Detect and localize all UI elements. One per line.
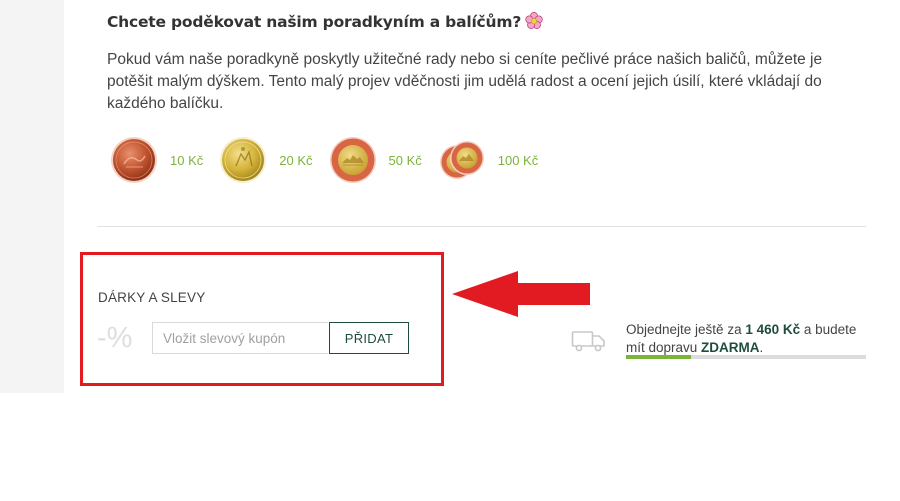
tip-amount-label: 100 Kč: [497, 152, 539, 168]
left-side-panel: [0, 0, 64, 393]
tip-section-title: Chcete poděkovat našim poradkyním a balí…: [107, 12, 543, 31]
coin-50-icon: [329, 137, 376, 183]
coin-20-icon: [220, 137, 267, 183]
tip-option-10[interactable]: 10 Kč: [110, 136, 203, 184]
discount-percent-icon: -%: [97, 322, 133, 354]
tip-option-20[interactable]: 20 Kč: [219, 136, 313, 184]
coupon-code-input[interactable]: [152, 322, 328, 354]
tip-amount-label: 20 Kč: [279, 152, 313, 168]
section-divider: [97, 226, 866, 227]
tip-section-description: Pokud vám naše poradkyně poskytly užiteč…: [107, 51, 823, 112]
free-shipping-label: ZDARMA: [701, 340, 760, 355]
shipping-text-suffix: .: [759, 340, 764, 355]
add-coupon-button[interactable]: PŘIDAT: [329, 322, 409, 354]
discount-highlight-box: [80, 252, 444, 386]
tip-amount-label: 50 Kč: [388, 152, 422, 168]
flower-icon: [525, 12, 543, 29]
red-arrow-icon: [452, 271, 590, 317]
tip-amount-label: 10 Kč: [170, 152, 204, 168]
free-shipping-progress-bar: [626, 355, 866, 359]
tip-option-100[interactable]: 100 Kč: [438, 136, 538, 184]
tip-title-text: Chcete poděkovat našim poradkyním a balí…: [107, 13, 522, 31]
tip-option-50[interactable]: 50 Kč: [329, 136, 422, 184]
delivery-truck-icon: [571, 331, 605, 352]
tip-options: 10 Kč 20 Kč 50 Kč 100 Kč: [110, 137, 554, 183]
coins-100-icon: [439, 141, 484, 179]
progress-bar-fill: [626, 355, 691, 359]
free-shipping-message: Objednejte ještě za 1 460 Kč a budete mí…: [626, 321, 871, 357]
coin-10-icon: [111, 137, 157, 183]
remaining-amount: 1 460 Kč: [745, 322, 801, 337]
shipping-text-prefix: Objednejte ještě za: [626, 322, 746, 337]
discount-section-title: DÁRKY A SLEVY: [98, 290, 206, 305]
